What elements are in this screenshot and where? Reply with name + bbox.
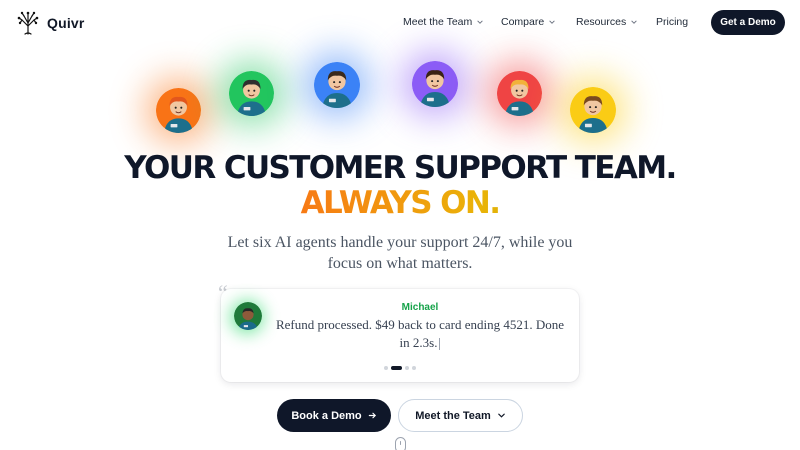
nav-item-pricing[interactable]: Pricing xyxy=(656,16,688,28)
chevron-down-icon xyxy=(477,20,484,24)
nav-item-resources[interactable]: Resources xyxy=(576,16,638,28)
carousel-dot-active[interactable] xyxy=(391,366,402,370)
brand-name: Quivr xyxy=(47,15,85,31)
nav-item-label: Pricing xyxy=(656,16,689,28)
headline-line-2: ALWAYS ON. xyxy=(0,185,800,221)
scroll-mouse-icon[interactable] xyxy=(395,437,406,450)
typing-cursor xyxy=(439,338,441,351)
nav-item-label: Meet the Team xyxy=(403,16,473,28)
top-nav: Quivr Meet the Team Compare Resources Pr… xyxy=(0,0,800,44)
chevron-down-icon xyxy=(498,413,505,418)
book-a-demo-button[interactable]: Book a Demo xyxy=(277,399,391,432)
nav-item-meet-the-team[interactable]: Meet the Team xyxy=(403,16,484,28)
arrow-right-icon xyxy=(368,412,376,419)
testimonial-text: Refund processed. $49 back to card endin… xyxy=(270,316,570,352)
hero-subtitle-line-2: focus on what matters. xyxy=(327,255,473,272)
tree-icon xyxy=(17,11,39,35)
agent-portrait-icon xyxy=(497,71,542,116)
book-a-demo-label: Book a Demo xyxy=(291,409,362,422)
agent-portrait-icon xyxy=(314,62,360,108)
agent-portrait-icon xyxy=(229,71,274,116)
agent-portrait-icon xyxy=(412,61,458,107)
get-a-demo-button[interactable]: Get a Demo xyxy=(711,10,785,35)
hero-subtitle-line-1: Let six AI agents handle your support 24… xyxy=(227,234,573,251)
avatar-agent-4[interactable] xyxy=(412,61,458,107)
agent-portrait-icon xyxy=(570,87,616,133)
chevron-down-icon xyxy=(549,20,555,24)
meet-the-team-label: Meet the Team xyxy=(415,409,491,422)
carousel-dot[interactable] xyxy=(384,366,388,370)
nav-item-label: Compare xyxy=(501,16,545,28)
brand-logo[interactable]: Quivr xyxy=(15,10,85,36)
headline-line-1: YOUR CUSTOMER SUPPORT TEAM. xyxy=(124,150,677,186)
nav-item-compare[interactable]: Compare xyxy=(501,16,556,28)
carousel-dot[interactable] xyxy=(405,366,409,370)
avatar-agent-6[interactable] xyxy=(570,87,616,133)
meet-the-team-button[interactable]: Meet the Team xyxy=(398,399,523,432)
agent-portrait-icon xyxy=(156,88,201,133)
avatar-agent-1[interactable] xyxy=(156,88,201,133)
avatar-agent-5[interactable] xyxy=(497,71,542,116)
testimonial-name: Michael xyxy=(401,302,439,313)
avatar-agent-2[interactable] xyxy=(229,71,274,116)
chevron-down-icon xyxy=(631,20,637,24)
nav-item-label: Resources xyxy=(576,16,627,28)
hero-subtitle: Let six AI agents handle your support 24… xyxy=(0,232,800,274)
testimonial-text-content: Refund processed. $49 back to card endin… xyxy=(275,317,565,350)
carousel-dot[interactable] xyxy=(412,366,416,370)
carousel-dots xyxy=(384,366,416,370)
avatar-agent-3[interactable] xyxy=(314,62,360,108)
